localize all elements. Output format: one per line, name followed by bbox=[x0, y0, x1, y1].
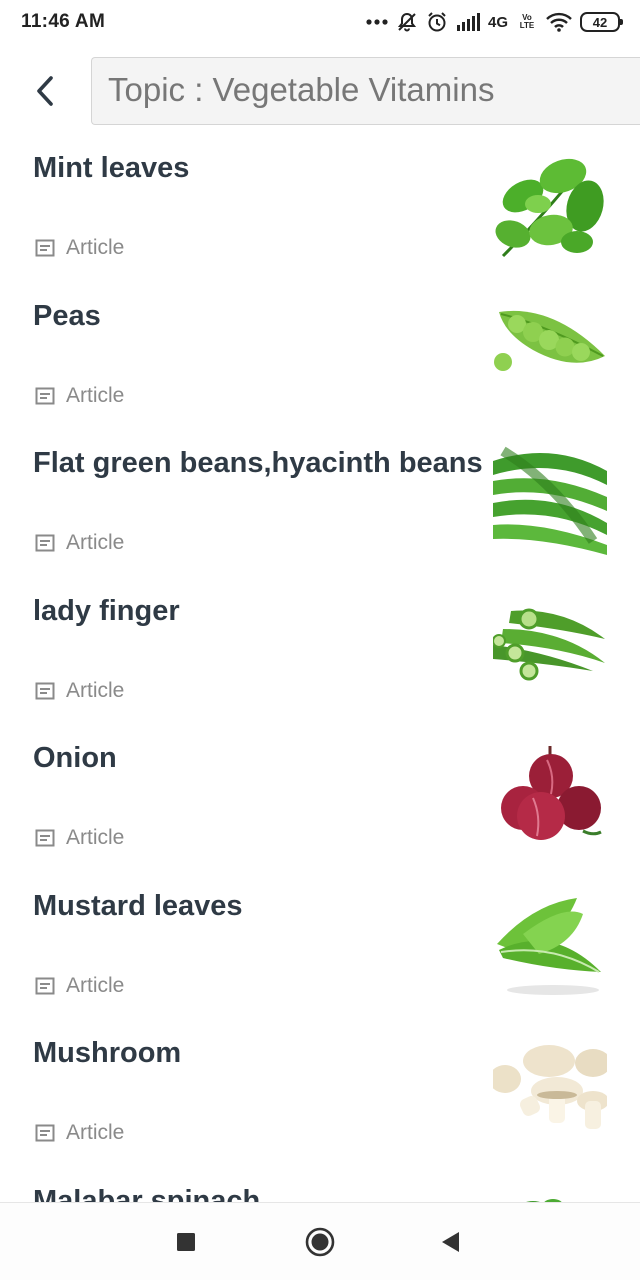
back-button[interactable] bbox=[26, 72, 64, 110]
item-meta: Article bbox=[35, 384, 124, 408]
item-type-label: Article bbox=[66, 531, 125, 554]
battery-icon: 42 bbox=[580, 12, 623, 32]
recents-square-icon bbox=[177, 1233, 195, 1251]
wifi-icon bbox=[546, 12, 572, 32]
item-meta: Article bbox=[35, 826, 124, 850]
article-icon bbox=[35, 682, 55, 699]
peas-image[interactable] bbox=[493, 293, 607, 410]
flat-beans-image[interactable] bbox=[493, 441, 607, 557]
article-list: Mint leaves Article Peas Article Flat gr… bbox=[0, 140, 640, 1202]
item-meta: Article bbox=[35, 236, 124, 260]
item-type-label: Article bbox=[66, 1121, 125, 1144]
alarm-icon bbox=[428, 12, 446, 32]
status-bar: 11:46 AM 4G Vo LTE 42 bbox=[0, 0, 640, 44]
item-meta: Article bbox=[35, 974, 124, 998]
list-item[interactable]: Mustard leaves Article bbox=[0, 878, 640, 1026]
item-title: Onion bbox=[33, 742, 117, 774]
search-query-text: Topic : Vegetable Vitamins bbox=[108, 71, 495, 108]
article-icon bbox=[35, 977, 55, 994]
back-triangle-icon bbox=[442, 1232, 459, 1252]
item-title: Mint leaves bbox=[33, 152, 190, 184]
list-item[interactable]: lady finger Article bbox=[0, 583, 640, 731]
item-meta: Article bbox=[35, 679, 124, 703]
list-item[interactable]: Malabar spinach Article bbox=[0, 1173, 640, 1203]
item-type-label: Article bbox=[66, 383, 125, 407]
list-item[interactable]: Peas Article bbox=[0, 288, 640, 436]
article-icon bbox=[35, 387, 55, 404]
volte-label: Vo LTE bbox=[519, 13, 535, 30]
recents-button[interactable] bbox=[169, 1225, 203, 1259]
bell-muted-icon bbox=[397, 12, 417, 32]
mint-leaves-image[interactable] bbox=[493, 146, 607, 262]
status-icons: 4G Vo LTE 42 bbox=[366, 10, 623, 34]
list-item[interactable]: Flat green beans,hyacinth beans Article bbox=[0, 435, 640, 583]
search-input[interactable]: Topic : Vegetable Vitamins bbox=[91, 57, 640, 125]
item-type-label: Article bbox=[66, 826, 125, 849]
battery-level: 42 bbox=[592, 14, 608, 30]
article-icon bbox=[35, 534, 55, 552]
item-title: Mushroom bbox=[33, 1037, 182, 1069]
list-item[interactable]: Mint leaves Article bbox=[0, 140, 640, 288]
signal-icon bbox=[456, 13, 480, 31]
item-type-label: Article bbox=[66, 678, 125, 702]
list-item[interactable]: Mushroom Article bbox=[0, 1025, 640, 1173]
mushroom-image[interactable] bbox=[493, 1031, 607, 1147]
network-type-label: 4G bbox=[487, 13, 508, 31]
mustard-leaves-image[interactable] bbox=[493, 883, 607, 1000]
article-icon bbox=[35, 829, 55, 847]
header: Topic : Vegetable Vitamins bbox=[0, 56, 640, 126]
article-icon bbox=[35, 239, 55, 257]
malabar-spinach-image[interactable] bbox=[493, 1178, 607, 1202]
home-circle-icon bbox=[305, 1227, 335, 1257]
article-icon bbox=[35, 1124, 55, 1142]
item-title: Malabar spinach bbox=[33, 1184, 261, 1203]
item-type-label: Article bbox=[66, 236, 125, 259]
list-item[interactable]: Onion Article bbox=[0, 730, 640, 878]
chevron-left-icon bbox=[37, 76, 53, 106]
item-meta: Article bbox=[35, 531, 124, 555]
onion-image[interactable] bbox=[493, 736, 607, 852]
item-title: Mustard leaves bbox=[33, 889, 243, 922]
item-meta: Article bbox=[35, 1121, 124, 1145]
home-button[interactable] bbox=[303, 1225, 337, 1259]
item-title: Flat green beans,hyacinth beans bbox=[33, 447, 483, 479]
lady-finger-image[interactable] bbox=[493, 588, 607, 705]
item-title: lady finger bbox=[33, 594, 180, 627]
back-nav-button[interactable] bbox=[433, 1225, 467, 1259]
item-title: Peas bbox=[33, 299, 101, 332]
more-dots-icon bbox=[366, 19, 388, 25]
status-time: 11:46 AM bbox=[21, 11, 106, 32]
item-type-label: Article bbox=[66, 973, 125, 997]
system-nav-bar bbox=[0, 1202, 640, 1280]
